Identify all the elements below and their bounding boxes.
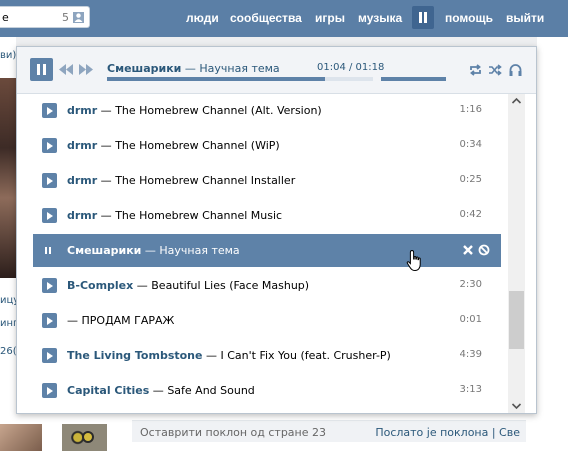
- bg-text-fragment: 26(: [0, 346, 17, 357]
- play-icon[interactable]: [42, 138, 57, 153]
- track-artist[interactable]: B-Complex: [67, 279, 133, 292]
- background-right-column: [537, 37, 568, 412]
- track-artist[interactable]: The Living Tombstone: [67, 349, 202, 362]
- track-name: The Homebrew Channel (WiP): [115, 139, 280, 152]
- volume-slider[interactable]: [381, 77, 446, 81]
- track-row-active[interactable]: Смешарики — Научная тема: [33, 234, 501, 267]
- track-name: Научная тема: [159, 244, 240, 257]
- scroll-down-icon[interactable]: [508, 399, 525, 413]
- nav-people[interactable]: люди: [186, 11, 219, 25]
- track-artist[interactable]: drmr: [67, 174, 97, 187]
- background-photo-thumb[interactable]: [0, 424, 42, 451]
- headphones-icon[interactable]: [509, 64, 522, 76]
- people-count: 5: [62, 11, 69, 24]
- volume-fill: [381, 77, 446, 81]
- play-icon[interactable]: [42, 103, 57, 118]
- owl-photo-thumb[interactable]: [62, 424, 107, 451]
- track-row[interactable]: drmr — The Homebrew Channel (WiP) 0:34: [33, 129, 501, 162]
- block-icon[interactable]: [478, 244, 490, 256]
- nav-music[interactable]: музыка: [358, 11, 402, 25]
- track-title: The Living Tombstone — I Can't Fix You (…: [67, 349, 391, 362]
- audio-player-popup: Смешарики — Научная тема 01:04 / 01:18 d…: [16, 46, 537, 414]
- nav-games[interactable]: игры: [315, 11, 345, 25]
- track-duration: 0:25: [459, 174, 482, 185]
- track-list-scrollbar[interactable]: [508, 94, 525, 413]
- progress-bar[interactable]: [107, 77, 373, 81]
- hand-cursor-icon: [406, 249, 421, 272]
- track-row[interactable]: drmr — The Homebrew Channel Installer 0:…: [33, 164, 501, 197]
- track-title: drmr — The Homebrew Channel Installer: [67, 174, 296, 187]
- scroll-thumb[interactable]: [509, 291, 524, 349]
- track-title: drmr — The Homebrew Channel Music: [67, 209, 283, 222]
- track-row[interactable]: B-Complex — Beautiful Lies (Face Mashup)…: [33, 269, 501, 302]
- play-icon[interactable]: [42, 208, 57, 223]
- track-duration: 1:16: [459, 104, 482, 115]
- track-title: Смешарики — Научная тема: [67, 244, 240, 257]
- play-icon[interactable]: [42, 278, 57, 293]
- pause-icon[interactable]: [42, 243, 57, 258]
- background-photo: [0, 78, 16, 278]
- remove-icon[interactable]: [462, 244, 474, 256]
- track-name: The Homebrew Channel (Alt. Version): [115, 104, 322, 117]
- track-name: I Can't Fix You (feat. Crusher-P): [220, 349, 391, 362]
- player-header: Смешарики — Научная тема 01:04 / 01:18: [17, 47, 536, 94]
- repeat-icon[interactable]: [469, 64, 482, 76]
- track-row[interactable]: drmr — The Homebrew Channel (Alt. Versio…: [33, 94, 501, 127]
- track-name: The Homebrew Channel Music: [115, 209, 283, 222]
- track-duration: 4:39: [459, 349, 482, 360]
- track-title: drmr — The Homebrew Channel (Alt. Versio…: [67, 104, 322, 117]
- gifts-footer-left: Оставрити поклон од стране 23: [140, 426, 327, 439]
- play-icon[interactable]: [42, 173, 57, 188]
- track-name: Safe And Sound: [167, 384, 255, 397]
- track-title: drmr — The Homebrew Channel (WiP): [67, 139, 280, 152]
- nav-communities[interactable]: сообщества: [230, 11, 302, 25]
- play-pause-button[interactable]: [30, 58, 53, 81]
- search-input[interactable]: е 5: [0, 6, 90, 28]
- track-duration: 0:34: [459, 139, 482, 150]
- next-icon[interactable]: [79, 64, 93, 75]
- now-playing-song: Научная тема: [199, 62, 280, 75]
- scroll-up-icon[interactable]: [508, 94, 525, 108]
- track-list: drmr — The Homebrew Channel (Alt. Versio…: [17, 94, 536, 413]
- track-duration: 0:42: [459, 209, 482, 220]
- track-row[interactable]: — ПРОДАМ ГАРАЖ 0:01: [33, 304, 501, 337]
- top-bar: е 5 люди сообщества игры музыка помощь в…: [0, 0, 568, 37]
- track-name: ПРОДАМ ГАРАЖ: [81, 314, 175, 327]
- track-row[interactable]: drmr — The Homebrew Channel Music 0:42: [33, 199, 501, 232]
- play-icon[interactable]: [42, 313, 57, 328]
- track-title: B-Complex — Beautiful Lies (Face Mashup): [67, 279, 310, 292]
- gifts-footer-right-link[interactable]: Послато је поклона | Све: [375, 426, 520, 439]
- track-title: Capital Cities — Safe And Sound: [67, 384, 255, 397]
- prev-icon[interactable]: [59, 64, 73, 75]
- track-duration: 0:01: [459, 314, 482, 325]
- track-title: — ПРОДАМ ГАРАЖ: [67, 314, 175, 327]
- track-row[interactable]: Capital Cities — Safe And Sound 3:13: [33, 374, 501, 407]
- shuffle-icon[interactable]: [489, 64, 502, 76]
- track-artist[interactable]: Capital Cities: [67, 384, 149, 397]
- nav-logout[interactable]: выйти: [506, 11, 544, 25]
- track-duration: 3:13: [459, 384, 482, 395]
- gifts-footer: Оставрити поклон од стране 23 Послато је…: [132, 420, 526, 442]
- now-playing-title: Смешарики — Научная тема: [107, 62, 280, 75]
- track-name: The Homebrew Channel Installer: [115, 174, 296, 187]
- now-playing-artist[interactable]: Смешарики: [107, 62, 181, 75]
- track-artist[interactable]: Смешарики: [67, 244, 141, 257]
- track-name: Beautiful Lies (Face Mashup): [151, 279, 310, 292]
- progress-fill: [107, 77, 326, 81]
- person-icon[interactable]: [73, 12, 84, 23]
- search-value: е: [2, 11, 9, 24]
- bg-text-fragment: ви): [0, 50, 17, 61]
- nav-help[interactable]: помощь: [445, 11, 493, 25]
- play-icon[interactable]: [42, 348, 57, 363]
- track-artist[interactable]: drmr: [67, 104, 97, 117]
- player-toggle-button[interactable]: [412, 6, 434, 29]
- track-duration: 2:30: [459, 279, 482, 290]
- track-time[interactable]: 01:04 / 01:18: [317, 62, 384, 73]
- play-icon[interactable]: [42, 383, 57, 398]
- track-artist[interactable]: drmr: [67, 209, 97, 222]
- track-artist[interactable]: drmr: [67, 139, 97, 152]
- track-row[interactable]: The Living Tombstone — I Can't Fix You (…: [33, 339, 501, 372]
- now-playing-dash: —: [181, 62, 200, 75]
